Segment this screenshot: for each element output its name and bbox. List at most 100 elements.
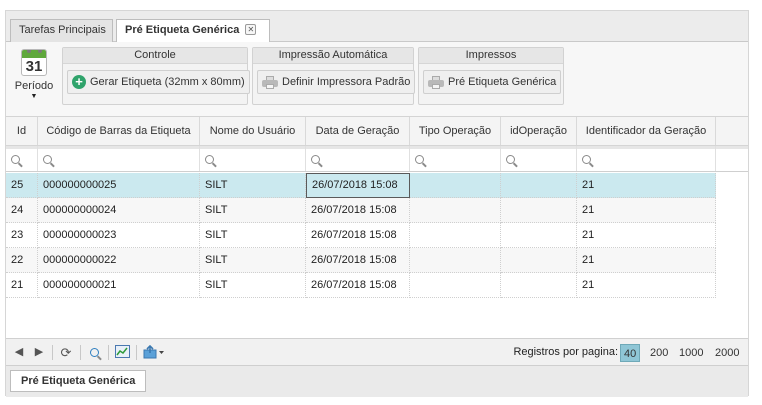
filter-row bbox=[6, 146, 748, 172]
cell-data: 26/07/2018 15:08 bbox=[306, 248, 410, 273]
close-icon[interactable]: ✕ bbox=[245, 24, 257, 35]
table-row[interactable]: 23 000000000023 SILT 26/07/2018 15:08 21 bbox=[6, 223, 716, 248]
column-header-codigo[interactable]: Código de Barras da Etiqueta bbox=[38, 117, 200, 145]
column-header-data[interactable]: Data de Geração bbox=[306, 117, 410, 145]
filter-id[interactable] bbox=[6, 146, 38, 171]
group-title: Impressão Automática bbox=[253, 48, 413, 64]
separator bbox=[136, 345, 137, 360]
page-size-2000[interactable]: 2000 bbox=[712, 344, 742, 362]
column-header-tipo[interactable]: Tipo Operação bbox=[410, 117, 501, 145]
button-label: Gerar Etiqueta (32mm x 80mm) bbox=[90, 76, 245, 88]
chart-icon[interactable] bbox=[114, 345, 130, 361]
cell-id: 21 bbox=[6, 273, 38, 298]
cell-codigo: 000000000024 bbox=[38, 198, 200, 223]
cell-codigo: 000000000021 bbox=[38, 273, 200, 298]
separator bbox=[80, 345, 81, 360]
page-size-200[interactable]: 200 bbox=[647, 344, 671, 362]
tab-tarefas-principais[interactable]: Tarefas Principais bbox=[10, 19, 113, 42]
definir-impressora-button[interactable]: Definir Impressora Padrão bbox=[257, 70, 416, 94]
cell-data: 26/07/2018 15:08 bbox=[306, 273, 410, 298]
cell-data: 26/07/2018 15:08 bbox=[306, 223, 410, 248]
cell-usuario: SILT bbox=[200, 273, 306, 298]
cell-idoperacao bbox=[501, 198, 577, 223]
tab-label: Pré Etiqueta Genérica bbox=[125, 24, 240, 36]
search-icon bbox=[11, 154, 20, 164]
next-page-icon[interactable]: ▶ bbox=[34, 345, 44, 361]
cell-identificador: 21 bbox=[577, 273, 716, 298]
filter-identificador[interactable] bbox=[577, 146, 716, 171]
cell-data[interactable]: 26/07/2018 15:08 bbox=[306, 173, 410, 198]
pre-etiqueta-generica-button[interactable]: Pré Etiqueta Genérica bbox=[423, 70, 562, 94]
table-row[interactable]: 21 000000000021 SILT 26/07/2018 15:08 21 bbox=[6, 273, 716, 298]
bottom-tab-bar: Pré Etiqueta Genérica bbox=[6, 365, 748, 397]
group-controle: Controle + Gerar Etiqueta (32mm x 80mm) bbox=[62, 47, 250, 105]
cell-data: 26/07/2018 15:08 bbox=[306, 198, 410, 223]
pager: ◀ ▶ ⟳ Registros por pagina: 40 200 1000 … bbox=[6, 338, 748, 365]
cell-id: 25 bbox=[6, 173, 38, 198]
cell-usuario: SILT bbox=[200, 198, 306, 223]
cell-tipo bbox=[410, 273, 501, 298]
search-icon bbox=[415, 154, 424, 164]
tab-pre-etiqueta-generica[interactable]: Pré Etiqueta Genérica ✕ bbox=[116, 19, 270, 43]
column-header-id[interactable]: Id bbox=[6, 117, 38, 145]
cell-id: 24 bbox=[6, 198, 38, 223]
bottom-tab-pre-etiqueta[interactable]: Pré Etiqueta Genérica bbox=[10, 370, 147, 392]
column-header-identificador[interactable]: Identificador da Geração bbox=[577, 117, 716, 145]
app-window: Tarefas Principais Pré Etiqueta Genérica… bbox=[5, 10, 749, 397]
cell-identificador: 21 bbox=[577, 198, 716, 223]
cell-tipo bbox=[410, 198, 501, 223]
cell-idoperacao bbox=[501, 248, 577, 273]
cell-tipo bbox=[410, 173, 501, 198]
cell-codigo: 000000000025 bbox=[38, 173, 200, 198]
separator bbox=[52, 345, 53, 360]
prev-page-icon[interactable]: ◀ bbox=[14, 345, 24, 361]
gerar-etiqueta-button[interactable]: + Gerar Etiqueta (32mm x 80mm) bbox=[67, 70, 250, 94]
calendar-icon: 31 bbox=[21, 49, 47, 76]
periodo-label: Período bbox=[14, 80, 54, 92]
tab-bar: Tarefas Principais Pré Etiqueta Genérica… bbox=[6, 11, 748, 43]
filter-tipo[interactable] bbox=[410, 146, 501, 171]
periodo-button[interactable]: 31 Período ▼ bbox=[10, 47, 58, 107]
cell-idoperacao bbox=[501, 173, 577, 198]
filter-usuario[interactable] bbox=[200, 146, 306, 171]
button-label: Definir Impressora Padrão bbox=[282, 76, 411, 88]
search-icon[interactable] bbox=[86, 345, 102, 361]
cell-usuario: SILT bbox=[200, 173, 306, 198]
page-size-label: Registros por pagina: bbox=[513, 346, 618, 358]
cell-id: 22 bbox=[6, 248, 38, 273]
search-icon bbox=[205, 154, 214, 164]
cell-id: 23 bbox=[6, 223, 38, 248]
data-grid: Id Código de Barras da Etiqueta Nome do … bbox=[6, 117, 748, 338]
cell-usuario: SILT bbox=[200, 223, 306, 248]
page-size-1000[interactable]: 1000 bbox=[676, 344, 706, 362]
page-size-40[interactable]: 40 bbox=[620, 344, 641, 362]
cell-usuario: SILT bbox=[200, 248, 306, 273]
separator bbox=[108, 345, 109, 360]
table-row[interactable]: 22 000000000022 SILT 26/07/2018 15:08 21 bbox=[6, 248, 716, 273]
search-icon bbox=[506, 154, 515, 164]
tab-label: Tarefas Principais bbox=[19, 24, 106, 36]
refresh-icon[interactable]: ⟳ bbox=[58, 345, 74, 361]
column-header-usuario[interactable]: Nome do Usuário bbox=[200, 117, 306, 145]
cell-tipo bbox=[410, 223, 501, 248]
grid-header: Id Código de Barras da Etiqueta Nome do … bbox=[6, 117, 748, 146]
group-impressos: Impressos Pré Etiqueta Genérica bbox=[418, 47, 564, 105]
group-title: Impressos bbox=[419, 48, 563, 64]
search-icon bbox=[311, 154, 320, 164]
search-icon bbox=[43, 154, 52, 164]
filter-data[interactable] bbox=[306, 146, 410, 171]
filter-codigo[interactable] bbox=[38, 146, 200, 171]
toolbar: 31 Período ▼ Controle + Gerar Etiqueta (3… bbox=[6, 42, 748, 117]
column-header-idoperacao[interactable]: idOperação bbox=[501, 117, 577, 145]
cell-identificador: 21 bbox=[577, 173, 716, 198]
cell-identificador: 21 bbox=[577, 248, 716, 273]
cell-identificador: 21 bbox=[577, 223, 716, 248]
cell-idoperacao bbox=[501, 273, 577, 298]
table-row[interactable]: 25 000000000025 SILT 26/07/2018 15:08 21 bbox=[6, 173, 716, 198]
printer-icon bbox=[262, 75, 278, 89]
cell-codigo: 000000000022 bbox=[38, 248, 200, 273]
caret-down-icon: ▼ bbox=[30, 93, 38, 100]
filter-idoperacao[interactable] bbox=[501, 146, 577, 171]
export-icon[interactable] bbox=[142, 344, 166, 361]
table-row[interactable]: 24 000000000024 SILT 26/07/2018 15:08 21 bbox=[6, 198, 716, 223]
